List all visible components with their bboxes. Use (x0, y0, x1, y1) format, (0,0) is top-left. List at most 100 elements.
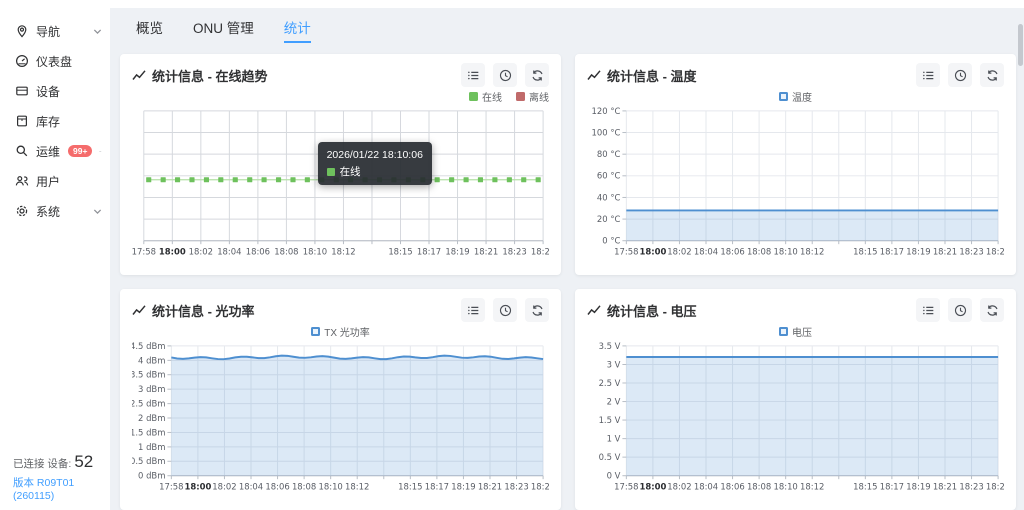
svg-text:18:17: 18:17 (880, 246, 904, 256)
chart-canvas: 120 °C100 °C80 °C60 °C40 °C20 °C0 °C17:5… (587, 105, 1004, 260)
tab-overview[interactable]: 概览 (136, 17, 163, 43)
svg-text:18:12: 18:12 (800, 246, 824, 256)
svg-text:18:10: 18:10 (319, 481, 343, 491)
scrollbar-thumb[interactable] (1018, 24, 1023, 66)
svg-text:0 °C: 0 °C (602, 236, 620, 246)
line-chart-icon (587, 69, 601, 81)
svg-text:18:23: 18:23 (504, 481, 528, 491)
version-link[interactable]: 版本 R09T01 (260115) (13, 475, 104, 502)
svg-text:18:17: 18:17 (417, 246, 441, 256)
legend-item[interactable]: 在线 (469, 89, 502, 104)
chart-card-header: 统计信息 - 电压 (587, 297, 1004, 323)
refresh-button[interactable] (980, 298, 1004, 322)
chart-canvas: 17:5818:0018:0218:0418:0618:0818:1018:12… (132, 105, 549, 260)
list-button[interactable] (916, 63, 940, 87)
clock-button[interactable] (493, 63, 517, 87)
legend-label: 离线 (529, 89, 549, 104)
sidebar-footer: 已连接 设备: 52 版本 R09T01 (260115) (0, 452, 110, 510)
chart-title: 统计信息 - 温度 (607, 66, 697, 85)
chart-card-header: 统计信息 - 在线趋势 (132, 62, 549, 88)
svg-text:120 °C: 120 °C (592, 106, 621, 116)
clock-button[interactable] (948, 298, 972, 322)
line-chart-icon (587, 304, 601, 316)
refresh-button[interactable] (980, 63, 1004, 87)
list-icon (922, 304, 935, 317)
legend-item[interactable]: 电压 (779, 324, 812, 339)
svg-text:18:17: 18:17 (425, 481, 449, 491)
clock-button[interactable] (948, 63, 972, 87)
list-button[interactable] (461, 63, 485, 87)
svg-text:18:08: 18:08 (274, 246, 298, 256)
svg-text:1.5 dBm: 1.5 dBm (132, 427, 165, 437)
svg-text:17:58: 17:58 (614, 481, 638, 491)
svg-text:18:19: 18:19 (451, 481, 475, 491)
sidebar-item-users[interactable]: 用户 (0, 166, 110, 196)
sidebar-item-inventory[interactable]: 库存 (0, 106, 110, 136)
chart-card-title: 统计信息 - 在线趋势 (132, 66, 268, 85)
refresh-icon (986, 304, 999, 317)
sidebar-nav: 导航 仪表盘 设备 库存 运维 99+ 用户 系统 (0, 16, 110, 226)
chevron-down-icon (99, 147, 102, 156)
svg-text:18:04: 18:04 (694, 481, 718, 491)
tab-onu[interactable]: ONU 管理 (193, 17, 254, 43)
clock-icon (499, 69, 512, 82)
legend-item[interactable]: 温度 (779, 89, 812, 104)
svg-text:2 dBm: 2 dBm (138, 413, 165, 423)
chevron-down-icon (93, 207, 102, 216)
svg-text:18:25: 18:25 (531, 481, 549, 491)
chart-legend: 温度 (587, 89, 1004, 104)
svg-text:0.5 dBm: 0.5 dBm (132, 456, 165, 466)
app-root: 导航 仪表盘 设备 库存 运维 99+ 用户 系统 已连接 设备: 52 版本 … (0, 0, 1024, 510)
refresh-button[interactable] (525, 63, 549, 87)
svg-text:3.5 dBm: 3.5 dBm (132, 370, 165, 380)
legend-label: 在线 (482, 89, 502, 104)
svg-text:18:19: 18:19 (906, 481, 930, 491)
sidebar-item-system[interactable]: 系统 (0, 196, 110, 226)
chart-legend: 在线 离线 (132, 89, 549, 104)
refresh-button[interactable] (525, 298, 549, 322)
svg-text:18:08: 18:08 (747, 246, 771, 256)
chart-card-title: 统计信息 - 光功率 (132, 301, 255, 320)
svg-text:18:21: 18:21 (474, 246, 498, 256)
svg-text:80 °C: 80 °C (597, 149, 621, 159)
chart-grid: 统计信息 - 在线趋势 在线离线 17:5818:0018:0218:0418:… (120, 54, 1016, 510)
clock-icon (954, 304, 967, 317)
list-button[interactable] (461, 298, 485, 322)
list-icon (467, 69, 480, 82)
svg-text:18:10: 18:10 (774, 246, 798, 256)
sidebar-item-label: 运维 (36, 143, 60, 160)
legend-item[interactable]: TX 光功率 (311, 324, 370, 339)
sidebar-item-nav[interactable]: 导航 (0, 16, 110, 46)
sidebar-item-label: 导航 (36, 23, 60, 40)
svg-text:18:02: 18:02 (212, 481, 236, 491)
svg-text:18:23: 18:23 (959, 481, 983, 491)
legend-item[interactable]: 离线 (516, 89, 549, 104)
list-button[interactable] (916, 298, 940, 322)
chart-card-header: 统计信息 - 温度 (587, 62, 1004, 88)
svg-text:18:04: 18:04 (694, 246, 718, 256)
svg-text:0 V: 0 V (607, 471, 621, 481)
device-icon (15, 84, 29, 98)
svg-text:0.5 V: 0.5 V (599, 452, 621, 462)
sidebar-item-dashboard[interactable]: 仪表盘 (0, 46, 110, 76)
clock-button[interactable] (493, 298, 517, 322)
chart-title: 统计信息 - 光功率 (152, 301, 255, 320)
list-icon (467, 304, 480, 317)
svg-text:18:15: 18:15 (853, 246, 877, 256)
chart-card-2: 统计信息 - 温度 温度 120 °C100 °C80 °C60 °C40 °C… (575, 54, 1016, 275)
tab-stats[interactable]: 统计 (284, 17, 311, 43)
svg-text:18:15: 18:15 (398, 481, 422, 491)
sidebar-item-ops[interactable]: 运维 99+ (0, 136, 110, 166)
svg-text:18:15: 18:15 (853, 481, 877, 491)
svg-text:18:00: 18:00 (639, 481, 666, 491)
svg-text:18:21: 18:21 (933, 246, 957, 256)
chart-tooltip: 2026/01/22 18:10:06在线 (318, 142, 432, 185)
chart-card-3: 统计信息 - 光功率 TX 光功率 4.5 dBm4 dBm3.5 dBm3 d… (120, 289, 561, 510)
tooltip-timestamp: 2026/01/22 18:10:06 (327, 147, 423, 163)
chart-icon (587, 69, 601, 81)
svg-text:18:23: 18:23 (959, 246, 983, 256)
connected-label: 已连接 设备: (13, 456, 71, 471)
pin-icon (15, 24, 29, 38)
sidebar-item-devices[interactable]: 设备 (0, 76, 110, 106)
sidebar-item-label: 库存 (36, 113, 60, 130)
